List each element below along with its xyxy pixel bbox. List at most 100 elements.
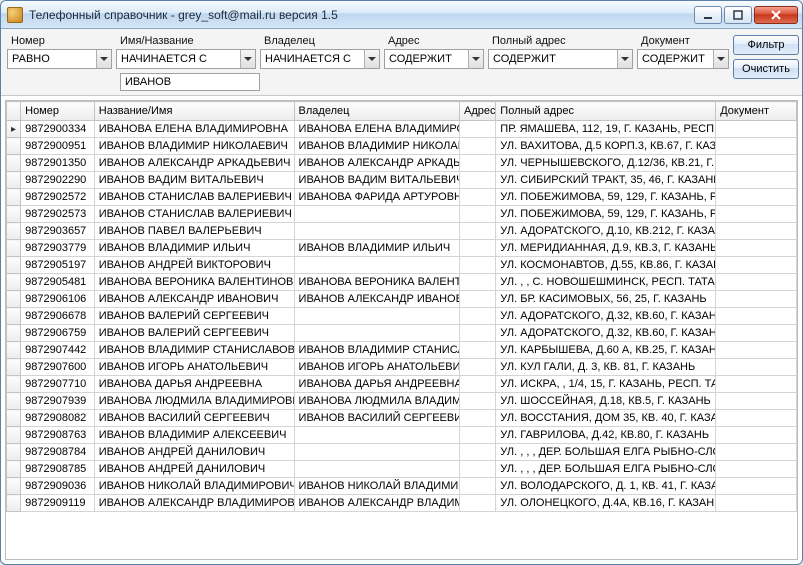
cell-number[interactable]: 9872908784 xyxy=(21,444,95,461)
cell-owner[interactable]: ИВАНОВА ФАРИДА АРТУРОВНА xyxy=(294,189,459,206)
combo-owner[interactable]: НАЧИНАЕТСЯ С xyxy=(260,49,380,69)
cell-name[interactable]: ИВАНОВ АЛЕКСАНДР ИВАНОВИЧ xyxy=(94,291,294,308)
cell-name[interactable]: ИВАНОВ АНДРЕЙ ДАНИЛОВИЧ xyxy=(94,444,294,461)
cell-number[interactable]: 9872903657 xyxy=(21,223,95,240)
table-row[interactable]: 9872906759ИВАНОВ ВАЛЕРИЙ СЕРГЕЕВИЧУЛ. АД… xyxy=(7,325,797,342)
cell-number[interactable]: 9872907939 xyxy=(21,393,95,410)
cell-name[interactable]: ИВАНОВ НИКОЛАЙ ВЛАДИМИРОВИЧ xyxy=(94,478,294,495)
cell-name[interactable]: ИВАНОВА ЛЮДМИЛА ВЛАДИМИРОВНА xyxy=(94,393,294,410)
cell-document[interactable] xyxy=(716,444,797,461)
cell-document[interactable] xyxy=(716,478,797,495)
cell-full_address[interactable]: УЛ. ИСКРА, , 1/4, 15, Г. КАЗАНЬ, РЕСП. Т… xyxy=(496,376,716,393)
table-row[interactable]: 9872901350ИВАНОВ АЛЕКСАНДР АРКАДЬЕВИЧИВА… xyxy=(7,155,797,172)
cell-address[interactable] xyxy=(459,291,495,308)
table-row[interactable]: 9872908784ИВАНОВ АНДРЕЙ ДАНИЛОВИЧ УЛ. , ,… xyxy=(7,444,797,461)
cell-owner[interactable]: ИВАНОВ ВАСИЛИЙ СЕРГЕЕВИЧ xyxy=(294,410,459,427)
combo-address[interactable]: СОДЕРЖИТ xyxy=(384,49,484,69)
cell-full_address[interactable]: УЛ. , , С. НОВОШЕШМИНСК, РЕСП. ТАТАРСТАН xyxy=(496,274,716,291)
cell-document[interactable] xyxy=(716,189,797,206)
cell-document[interactable] xyxy=(716,359,797,376)
cell-address[interactable] xyxy=(459,359,495,376)
cell-address[interactable] xyxy=(459,325,495,342)
cell-address[interactable] xyxy=(459,393,495,410)
cell-name[interactable]: ИВАНОВА ВЕРОНИКА ВАЛЕНТИНОВНА xyxy=(94,274,294,291)
cell-owner[interactable] xyxy=(294,308,459,325)
cell-number[interactable]: 9872907600 xyxy=(21,359,95,376)
cell-name[interactable]: ИВАНОВ ВАСИЛИЙ СЕРГЕЕВИЧ xyxy=(94,410,294,427)
cell-document[interactable] xyxy=(716,206,797,223)
cell-number[interactable]: 9872900334 xyxy=(21,121,95,138)
cell-address[interactable] xyxy=(459,495,495,512)
cell-document[interactable] xyxy=(716,121,797,138)
cell-document[interactable] xyxy=(716,461,797,478)
table-row[interactable]: 9872903779ИВАНОВ ВЛАДИМИР ИЛЬИЧИВАНОВ ВЛ… xyxy=(7,240,797,257)
cell-address[interactable] xyxy=(459,257,495,274)
cell-name[interactable]: ИВАНОВ АНДРЕЙ ВИКТОРОВИЧ xyxy=(94,257,294,274)
cell-name[interactable]: ИВАНОВА ЕЛЕНА ВЛАДИМИРОВНА xyxy=(94,121,294,138)
cell-address[interactable] xyxy=(459,206,495,223)
cell-address[interactable] xyxy=(459,138,495,155)
cell-full_address[interactable]: УЛ. ГАВРИЛОВА, Д.42, КВ.80, Г. КАЗАНЬ xyxy=(496,427,716,444)
cell-number[interactable]: 9872907442 xyxy=(21,342,95,359)
table-row[interactable]: 9872907600ИВАНОВ ИГОРЬ АНАТОЛЬЕВИЧИВАНОВ… xyxy=(7,359,797,376)
table-row[interactable]: 9872908785ИВАНОВ АНДРЕЙ ДАНИЛОВИЧУЛ. , ,… xyxy=(7,461,797,478)
cell-full_address[interactable]: УЛ. ОЛОНЕЦКОГО, Д.4А, КВ.16, Г. КАЗАНЬ xyxy=(496,495,716,512)
minimize-button[interactable] xyxy=(694,6,722,24)
cell-name[interactable]: ИВАНОВ ВЛАДИМИР ИЛЬИЧ xyxy=(94,240,294,257)
cell-number[interactable]: 9872909119 xyxy=(21,495,95,512)
data-grid[interactable]: Номер Название/Имя Владелец Адрес Полный… xyxy=(5,100,798,560)
cell-number[interactable]: 9872901350 xyxy=(21,155,95,172)
cell-document[interactable] xyxy=(716,376,797,393)
cell-full_address[interactable]: УЛ. СИБИРСКИЙ ТРАКТ, 35, 46, Г. КАЗАНЬ xyxy=(496,172,716,189)
cell-number[interactable]: 9872909036 xyxy=(21,478,95,495)
cell-number[interactable]: 9872906106 xyxy=(21,291,95,308)
cell-document[interactable] xyxy=(716,155,797,172)
cell-document[interactable] xyxy=(716,257,797,274)
cell-document[interactable] xyxy=(716,138,797,155)
cell-address[interactable] xyxy=(459,121,495,138)
cell-number[interactable]: 9872907710 xyxy=(21,376,95,393)
maximize-button[interactable] xyxy=(724,6,752,24)
titlebar[interactable]: Телефонный справочник - grey_soft@mail.r… xyxy=(1,1,802,29)
table-row[interactable]: 9872907442ИВАНОВ ВЛАДИМИР СТАНИСЛАВОВИЧИ… xyxy=(7,342,797,359)
close-button[interactable] xyxy=(754,6,798,24)
col-address[interactable]: Адрес xyxy=(459,102,495,121)
table-row[interactable]: 9872908082ИВАНОВ ВАСИЛИЙ СЕРГЕЕВИЧИВАНОВ… xyxy=(7,410,797,427)
cell-address[interactable] xyxy=(459,376,495,393)
cell-full_address[interactable]: УЛ. , , , ДЕР. БОЛЬШАЯ ЕЛГА РЫБНО-СЛОБОД… xyxy=(496,461,716,478)
cell-document[interactable] xyxy=(716,410,797,427)
cell-full_address[interactable]: УЛ. БР. КАСИМОВЫХ, 56, 25, Г. КАЗАНЬ xyxy=(496,291,716,308)
table-row[interactable]: 9872902572ИВАНОВ СТАНИСЛАВ ВАЛЕРИЕВИЧИВА… xyxy=(7,189,797,206)
search-name-input[interactable] xyxy=(120,73,260,91)
cell-full_address[interactable]: УЛ. ВОЛОДАРСКОГО, Д. 1, КВ. 41, Г. КАЗАН… xyxy=(496,478,716,495)
cell-number[interactable]: 9872908082 xyxy=(21,410,95,427)
cell-full_address[interactable]: ПР. ЯМАШЕВА, 112, 19, Г. КАЗАНЬ, РЕСП. Т… xyxy=(496,121,716,138)
cell-name[interactable]: ИВАНОВ ВАЛЕРИЙ СЕРГЕЕВИЧ xyxy=(94,308,294,325)
cell-full_address[interactable]: УЛ. , , , ДЕР. БОЛЬШАЯ ЕЛГА РЫБНО-СЛОБОД… xyxy=(496,444,716,461)
table-row[interactable]: 9872909036ИВАНОВ НИКОЛАЙ ВЛАДИМИРОВИЧИВА… xyxy=(7,478,797,495)
cell-address[interactable] xyxy=(459,478,495,495)
cell-full_address[interactable]: УЛ. КОСМОНАВТОВ, Д.55, КВ.86, Г. КАЗАНЬ xyxy=(496,257,716,274)
cell-document[interactable] xyxy=(716,308,797,325)
cell-owner[interactable]: ИВАНОВ ИГОРЬ АНАТОЛЬЕВИЧ xyxy=(294,359,459,376)
cell-address[interactable] xyxy=(459,172,495,189)
table-row[interactable]: 9872902290ИВАНОВ ВАДИМ ВИТАЛЬЕВИЧИВАНОВ … xyxy=(7,172,797,189)
cell-full_address[interactable]: УЛ. КАРБЫШЕВА, Д.60 А, КВ.25, Г. КАЗАНЬ xyxy=(496,342,716,359)
cell-name[interactable]: ИВАНОВ СТАНИСЛАВ ВАЛЕРИЕВИЧ xyxy=(94,189,294,206)
clear-button[interactable]: Очистить xyxy=(733,59,799,79)
table-row[interactable]: 9872907710ИВАНОВА ДАРЬЯ АНДРЕЕВНАИВАНОВА… xyxy=(7,376,797,393)
table-row[interactable]: 9872900951ИВАНОВ ВЛАДИМИР НИКОЛАЕВИЧИВАН… xyxy=(7,138,797,155)
cell-owner[interactable]: ИВАНОВА ДАРЬЯ АНДРЕЕВНА xyxy=(294,376,459,393)
table-row[interactable]: 9872909119ИВАНОВ АЛЕКСАНДР ВЛАДИМИРОВИЧИ… xyxy=(7,495,797,512)
cell-owner[interactable]: ИВАНОВ ВЛАДИМИР ИЛЬИЧ xyxy=(294,240,459,257)
cell-number[interactable]: 9872902573 xyxy=(21,206,95,223)
cell-address[interactable] xyxy=(459,444,495,461)
cell-full_address[interactable]: УЛ. ШОССЕЙНАЯ, Д.18, КВ.5, Г. КАЗАНЬ xyxy=(496,393,716,410)
cell-document[interactable] xyxy=(716,427,797,444)
cell-address[interactable] xyxy=(459,274,495,291)
cell-address[interactable] xyxy=(459,308,495,325)
cell-full_address[interactable]: УЛ. АДОРАТСКОГО, Д.32, КВ.60, Г. КАЗАНЬ xyxy=(496,325,716,342)
cell-document[interactable] xyxy=(716,274,797,291)
cell-address[interactable] xyxy=(459,461,495,478)
cell-name[interactable]: ИВАНОВ СТАНИСЛАВ ВАЛЕРИЕВИЧ xyxy=(94,206,294,223)
